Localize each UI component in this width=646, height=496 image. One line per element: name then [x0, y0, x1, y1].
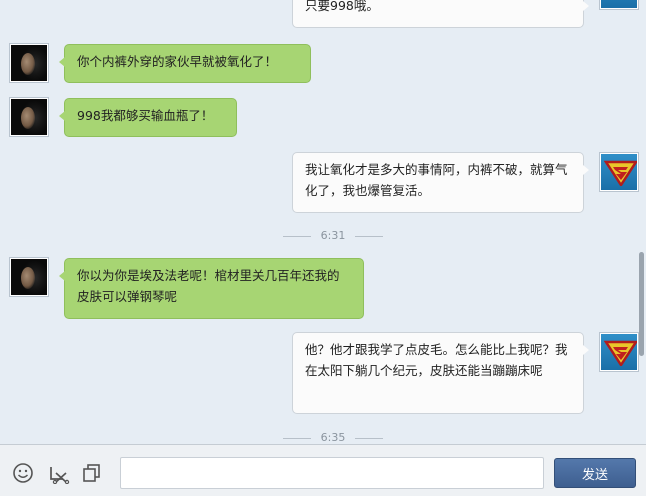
- message-text: 我让氧化才是多大的事情阿，内裤不破，就算气化了，我也爆管复活。: [305, 162, 568, 198]
- screenshot-icon[interactable]: [47, 461, 71, 485]
- message-text: 只要998哦。: [305, 0, 379, 13]
- copy-icon[interactable]: [80, 461, 104, 485]
- superman-logo-icon: [604, 340, 637, 366]
- scrollbar-thumb[interactable]: [639, 252, 644, 356]
- message-bubble-incoming: 你以为你是埃及法老呢！棺材里关几百年还我的皮肤可以弹钢琴呢: [59, 258, 364, 319]
- message-input[interactable]: [120, 457, 544, 489]
- message-bubble-incoming: 998我都够买输血瓶了！: [59, 98, 237, 137]
- avatar-contact[interactable]: [9, 257, 49, 297]
- avatar-self[interactable]: [599, 0, 639, 10]
- message-text: 你以为你是埃及法老呢！棺材里关几百年还我的皮肤可以弹钢琴呢: [77, 268, 340, 304]
- avatar-self[interactable]: [599, 332, 639, 372]
- superman-logo-icon: [604, 160, 637, 186]
- timestamp-divider: 6:31: [283, 229, 383, 243]
- message-text: 他？他才跟我学了点皮毛。怎么能比上我呢？我在太阳下躺几个纪元，皮肤还能当蹦蹦床呢: [305, 342, 568, 378]
- send-button[interactable]: 发送: [554, 458, 636, 488]
- timestamp-text: 6:31: [320, 229, 346, 242]
- timestamp-divider: 6:35: [283, 431, 383, 444]
- message-text: 你个内裤外穿的家伙早就被氧化了！: [77, 54, 278, 69]
- input-toolbar: 发送: [0, 444, 646, 496]
- message-bubble-outgoing: 只要998哦。: [292, 0, 589, 28]
- avatar-contact[interactable]: [9, 43, 49, 83]
- message-text: 998我都够买输血瓶了！: [77, 108, 214, 123]
- message-bubble-outgoing: 他？他才跟我学了点皮毛。怎么能比上我呢？我在太阳下躺几个纪元，皮肤还能当蹦蹦床呢: [292, 332, 589, 414]
- timestamp-text: 6:35: [320, 431, 346, 444]
- avatar-self[interactable]: [599, 152, 639, 192]
- message-bubble-outgoing: 我让氧化才是多大的事情阿，内裤不破，就算气化了，我也爆管复活。: [292, 152, 589, 213]
- avatar-contact[interactable]: [9, 97, 49, 137]
- chat-history[interactable]: 只要998哦。 你个内裤外穿的家伙早就被氧化了！ 998我都够买输血瓶了！ 我让…: [0, 0, 646, 444]
- emoji-icon[interactable]: [11, 461, 35, 485]
- message-bubble-incoming: 你个内裤外穿的家伙早就被氧化了！: [59, 44, 311, 83]
